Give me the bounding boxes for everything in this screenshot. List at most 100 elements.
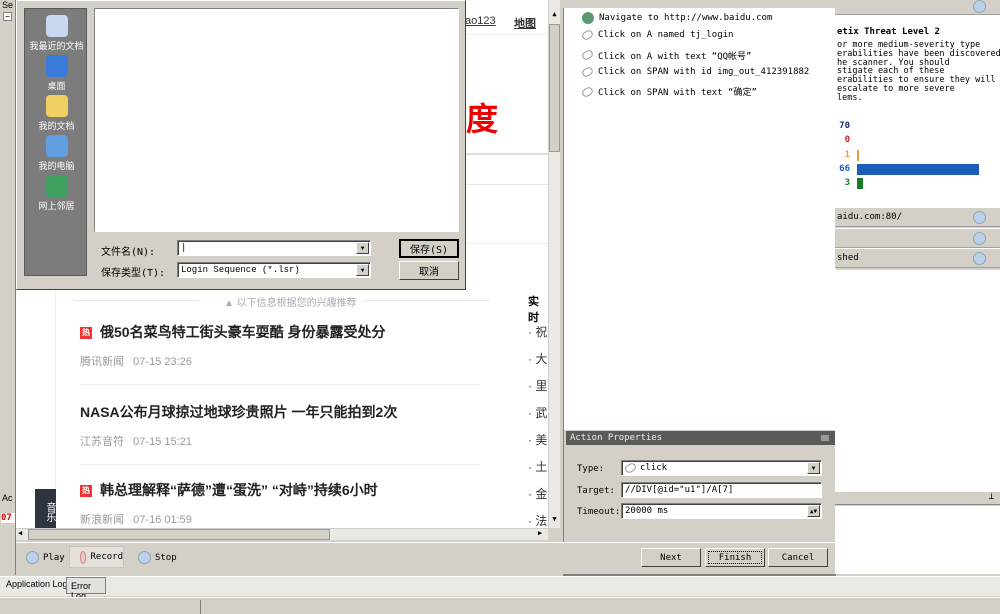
place-item[interactable]: 桌面	[25, 55, 88, 92]
threat-count: 3	[844, 178, 850, 189]
target-input[interactable]: //DIV[@id="u1"]/A[7]	[621, 482, 822, 498]
pin-icon[interactable]: ⊥	[989, 492, 994, 502]
type-select[interactable]: click ▼	[621, 460, 822, 476]
scroll-down-icon[interactable]: ▼	[549, 515, 560, 526]
side-news-item[interactable]: · 美	[528, 431, 547, 448]
collapse-icon[interactable]	[973, 0, 986, 13]
mouse-icon	[580, 48, 595, 62]
action-properties-panel: Action Properties Type: click ▼ Target: /…	[563, 430, 836, 542]
news-source: 江苏音符	[80, 436, 124, 448]
threat-bar	[857, 149, 859, 161]
panel-menu-icon[interactable]	[821, 435, 829, 441]
place-label: 桌面	[47, 82, 66, 92]
recommend-label: 以下信息根据您的兴趣推荐	[236, 298, 357, 309]
expand-icon[interactable]	[973, 252, 986, 265]
scroll-thumb[interactable]	[549, 24, 560, 152]
timeout-input[interactable]: 20000 ms ▲▼	[621, 503, 822, 519]
type-value: click	[640, 463, 668, 473]
chevron-down-icon[interactable]: ▼	[356, 242, 369, 254]
news-title[interactable]: NASA公布月球掠过地球珍贵照片 一年只能拍到2次	[80, 402, 397, 422]
place-label: 网上邻居	[38, 202, 75, 212]
step-item[interactable]: Click on A named tj_login	[580, 29, 733, 42]
news-title-text[interactable]: NASA公布月球掠过地球珍贵照片 一年只能拍到2次	[80, 404, 397, 420]
side-news-item[interactable]: · 金	[528, 485, 547, 502]
log-pane-header: ⊥	[835, 492, 1000, 505]
lower-right-pane	[835, 270, 1000, 492]
divider	[465, 153, 548, 155]
record-button[interactable]: Record	[69, 546, 124, 568]
filetype-select[interactable]: Login Sequence (*.lsr) ▼	[177, 262, 371, 278]
side-news-text: 里	[535, 379, 548, 393]
threat-count: 70	[839, 121, 850, 131]
finish-button[interactable]: Finish	[705, 548, 765, 567]
collapsible-row[interactable]: shed	[835, 248, 1000, 268]
scroll-thumb[interactable]	[28, 529, 330, 540]
chevron-down-icon[interactable]: ▼	[807, 462, 820, 474]
cancel-button[interactable]: 取消	[399, 261, 459, 280]
record-label: Record	[90, 552, 123, 562]
side-news-item[interactable]: · 法	[528, 512, 547, 528]
baidu-logo: 度	[466, 101, 499, 137]
cancel-button[interactable]: Cancel	[768, 548, 828, 567]
vertical-scrollbar[interactable]: ▲ ▼	[548, 0, 560, 528]
spinner-icon[interactable]: ▲▼	[807, 505, 820, 517]
news-title[interactable]: 热韩总理解释“萨德”遭“蛋洗” “对峙”持续6小时	[80, 480, 378, 500]
collapse-button[interactable]: −	[3, 12, 12, 21]
tab-application-log[interactable]: Application Log	[6, 579, 68, 589]
divider	[465, 243, 548, 244]
side-news-item[interactable]: · 土	[528, 458, 547, 475]
horizontal-scrollbar[interactable]: ◀ ▶	[16, 528, 548, 540]
nav-link-hao123[interactable]: ao123	[465, 15, 496, 27]
stop-button[interactable]: Stop	[138, 551, 177, 564]
place-item[interactable]: 网上邻居	[25, 175, 88, 212]
scroll-right-icon[interactable]: ▶	[538, 529, 542, 537]
row-label: shed	[837, 253, 859, 263]
music-tab[interactable]: 音乐	[35, 489, 56, 528]
record-icon	[80, 550, 87, 564]
nav-link-map[interactable]: 地图	[514, 15, 536, 31]
filename-input[interactable]: | ▼	[177, 240, 371, 256]
play-button[interactable]: Play	[26, 551, 65, 564]
threat-count: 66	[839, 163, 850, 174]
scroll-left-icon[interactable]: ◀	[18, 529, 22, 537]
step-item[interactable]: Navigate to http://www.baidu.com	[582, 12, 772, 24]
threat-title: etix Threat Level 2	[837, 27, 940, 37]
side-news-item[interactable]: · 武	[528, 404, 547, 421]
collapsible-row[interactable]	[835, 227, 1000, 248]
news-title-text[interactable]: 韩总理解释“萨德”遭“蛋洗” “对峙”持续6小时	[100, 482, 378, 498]
side-news-item[interactable]: · 祝	[528, 323, 547, 340]
side-news-item[interactable]: · 里	[528, 377, 547, 394]
place-icon	[45, 55, 68, 77]
filetype-value: Login Sequence (*.lsr)	[181, 265, 300, 275]
recommend-text: ▲ 以下信息根据您的兴趣推荐	[224, 298, 357, 309]
side-news-item[interactable]: · 大	[528, 350, 547, 367]
recommend-line	[74, 300, 199, 301]
scroll-up-icon[interactable]: ▲	[549, 10, 560, 21]
next-button[interactable]: Next	[641, 548, 701, 567]
step-item[interactable]: Click on A with text “QQ帐号”	[580, 48, 751, 62]
save-button[interactable]: 保存(S)	[399, 239, 459, 258]
place-item[interactable]: 我的电脑	[25, 135, 88, 172]
step-item[interactable]: Click on SPAN with id img_out_412391882	[580, 65, 809, 79]
actions-tab-label[interactable]: Ac	[2, 493, 13, 503]
play-label: Play	[43, 552, 65, 563]
divider	[465, 34, 548, 35]
place-item[interactable]: 我的文档	[25, 95, 88, 132]
news-title-text[interactable]: 俄50名菜鸟特工街头豪车耍酷 身份暴露受处分	[100, 324, 385, 340]
threat-description: or more medium-severity type erabilities…	[837, 40, 1000, 103]
mouse-icon	[623, 461, 638, 475]
step-item[interactable]: Click on SPAN with text “确定”	[580, 85, 757, 98]
expand-icon[interactable]	[973, 231, 986, 245]
collapsible-row[interactable]: aidu.com:80/	[835, 207, 1000, 227]
side-news-text: 法	[535, 514, 548, 528]
news-title[interactable]: 热俄50名菜鸟特工街头豪车耍酷 身份暴露受处分	[80, 322, 385, 342]
file-list[interactable]	[94, 8, 459, 232]
place-item[interactable]: 我最近的文档	[25, 15, 88, 52]
place-label: 我最近的文档	[29, 42, 84, 52]
chevron-down-icon[interactable]: ▼	[356, 264, 369, 276]
news-meta: 江苏音符 07-15 15:21	[80, 433, 192, 449]
news-source: 腾讯新闻	[80, 356, 124, 368]
threat-bar	[857, 163, 979, 175]
tab-error-log[interactable]: Error Log	[66, 577, 106, 601]
expand-icon[interactable]	[973, 211, 986, 224]
